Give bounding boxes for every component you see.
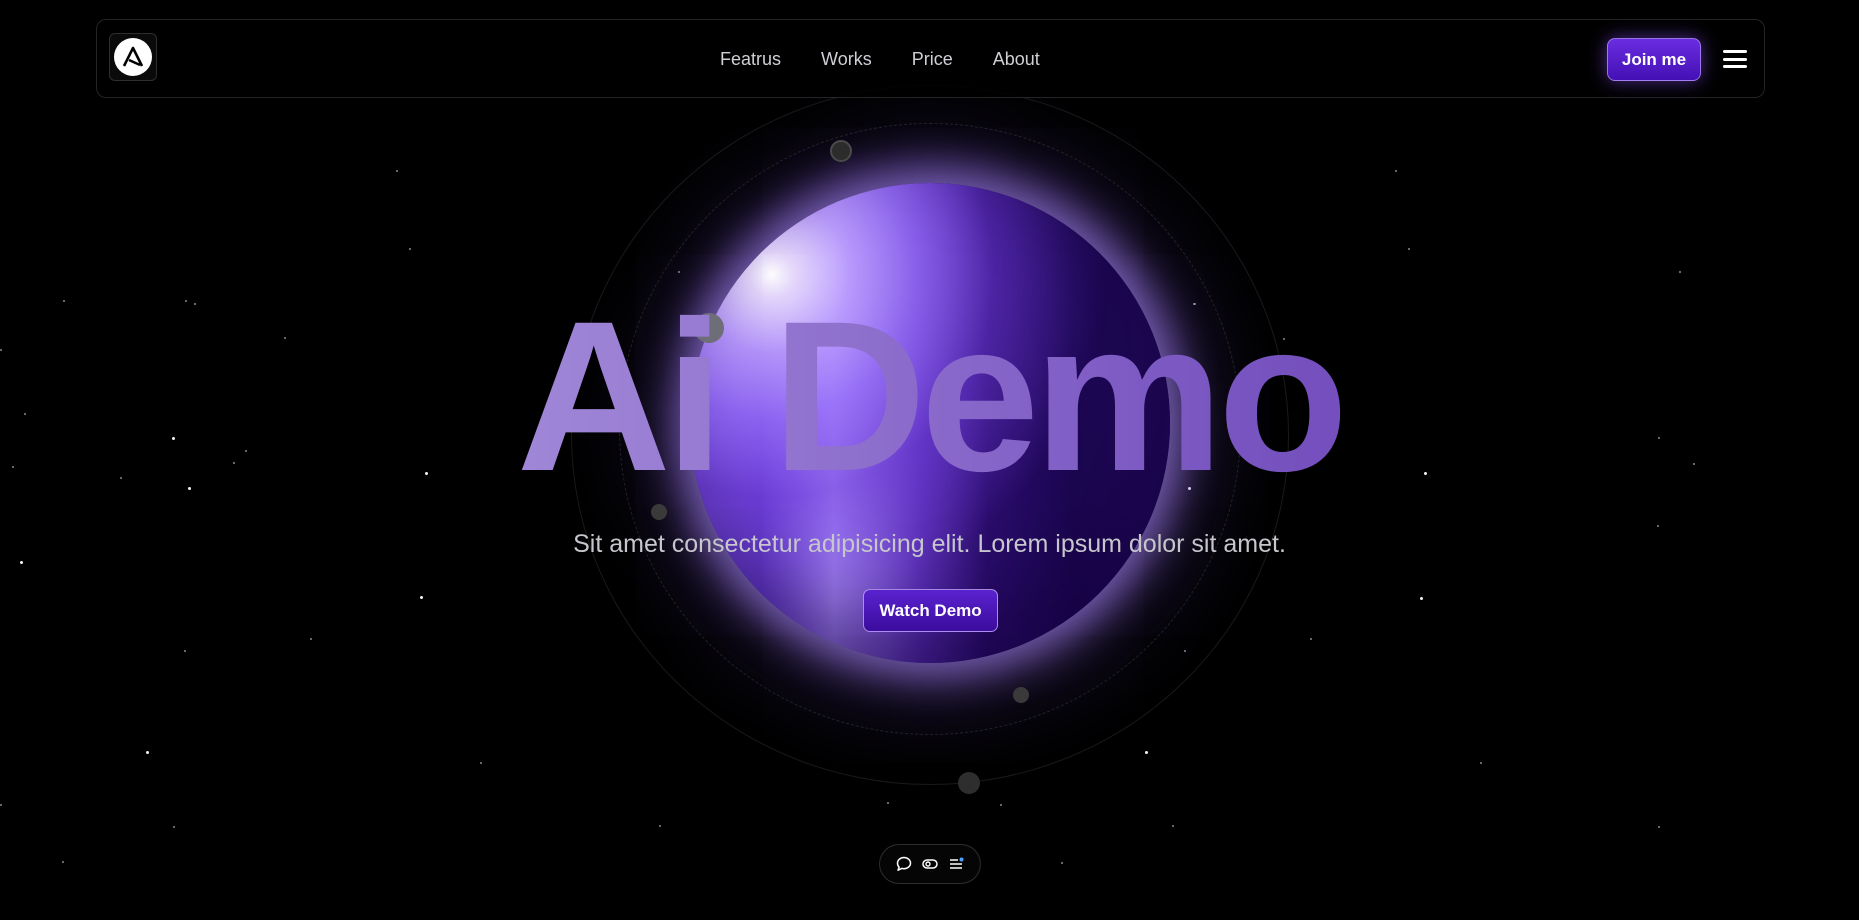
nav-link-about[interactable]: About: [993, 49, 1040, 70]
logo-button[interactable]: [109, 33, 157, 81]
page: Ai Demo Sit amet consectetur adipisicing…: [0, 0, 1859, 920]
nav-link-price[interactable]: Price: [912, 49, 953, 70]
orbit-dot: [958, 772, 980, 794]
nav-link-works[interactable]: Works: [821, 49, 872, 70]
a-logo-icon: [114, 38, 152, 76]
chat-bubble-icon[interactable]: [894, 854, 914, 874]
toggle-icon[interactable]: [920, 854, 940, 874]
orbit-dot: [830, 140, 852, 162]
top-navbar: Featrus Works Price About Join me: [96, 19, 1765, 98]
bottom-dock: [879, 844, 981, 884]
hero-title: Ai Demo: [0, 290, 1859, 504]
list-settings-icon[interactable]: [946, 854, 966, 874]
nav-link-features[interactable]: Featrus: [720, 49, 781, 70]
hero-subtitle: Sit amet consectetur adipisicing elit. L…: [573, 530, 1286, 558]
watch-demo-button[interactable]: Watch Demo: [863, 589, 998, 632]
join-me-button[interactable]: Join me: [1607, 38, 1701, 81]
nav-links: Featrus Works Price About: [720, 20, 1080, 99]
hamburger-menu-icon[interactable]: [1723, 47, 1749, 71]
orbit-dot: [1013, 687, 1029, 703]
